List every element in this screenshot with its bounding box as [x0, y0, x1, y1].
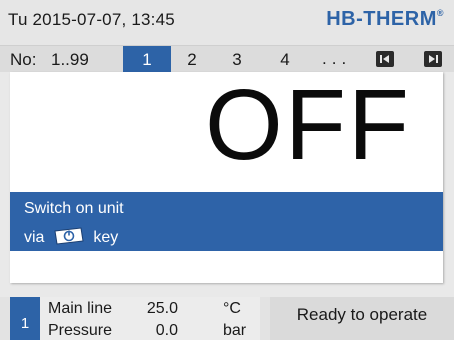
unit-tab-1[interactable]: 1 [123, 46, 171, 73]
instruction-key: key [93, 229, 119, 246]
param-row-pressure: Pressure 0.0 bar [48, 322, 260, 342]
date-time: Tu 2015-07-07, 13:45 [8, 10, 175, 29]
brand-registered-mark: ® [436, 8, 444, 18]
param-unit: °C [223, 300, 241, 317]
operating-state: OFF [205, 69, 411, 181]
unit-range[interactable]: 1..99 [51, 50, 89, 70]
controller-screen: Tu 2015-07-07, 13:45 HB-THERM® No: 1..99… [0, 0, 454, 340]
param-row-main-line: Main line 25.0 °C [48, 300, 260, 320]
instruction-line-1: Switch on unit [24, 200, 124, 217]
footer-bar: 1 Main line 25.0 °C Pressure 0.0 bar Rea… [0, 297, 454, 340]
unit-tab-more[interactable]: ... [322, 49, 351, 69]
param-label: Main line [48, 300, 113, 317]
param-label: Pressure [48, 322, 113, 339]
brand-name: HB-THERM [326, 8, 437, 30]
instruction-line-2: via key [24, 227, 118, 247]
param-value: 25.0 [146, 300, 178, 317]
brand-logo: HB-THERM® [326, 8, 444, 31]
status-bar: Tu 2015-07-07, 13:45 HB-THERM® [0, 0, 454, 45]
unit-no-label: No: [10, 50, 37, 69]
power-key-icon [53, 227, 85, 245]
skip-back-icon[interactable] [376, 51, 394, 67]
param-unit: bar [223, 322, 247, 339]
footer-unit-number: 1 [10, 297, 40, 340]
skip-forward-icon[interactable] [424, 51, 442, 67]
unit-tab-2[interactable]: 2 [177, 46, 207, 73]
param-value: 0.0 [155, 322, 178, 339]
instruction-via: via [24, 229, 45, 246]
process-values[interactable]: Main line 25.0 °C Pressure 0.0 bar [40, 297, 260, 340]
instruction-banner: Switch on unit via key [10, 192, 443, 251]
ready-status: Ready to operate [270, 297, 454, 340]
status-display: OFF Switch on unit via key [10, 69, 443, 283]
status-panel: OFF Switch on unit via key [0, 69, 454, 297]
